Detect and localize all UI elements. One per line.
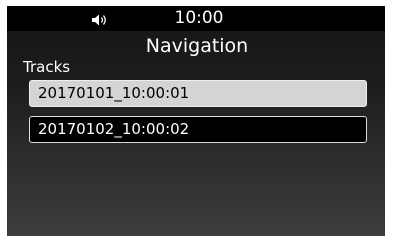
track-list: 20170101_10:00:01 20170102_10:00:02 bbox=[29, 80, 367, 152]
status-clock: 10:00 bbox=[174, 8, 224, 28]
device-screen: 10:00 Navigation Tracks 20170101_10:00:0… bbox=[7, 6, 385, 236]
tracks-section-label: Tracks bbox=[23, 58, 71, 76]
status-bar: 10:00 bbox=[7, 6, 385, 31]
page-title: Navigation bbox=[145, 35, 249, 57]
speaker-volume-icon bbox=[91, 12, 109, 26]
track-item-selected[interactable]: 20170101_10:00:01 bbox=[29, 80, 367, 107]
track-item[interactable]: 20170102_10:00:02 bbox=[29, 116, 367, 143]
